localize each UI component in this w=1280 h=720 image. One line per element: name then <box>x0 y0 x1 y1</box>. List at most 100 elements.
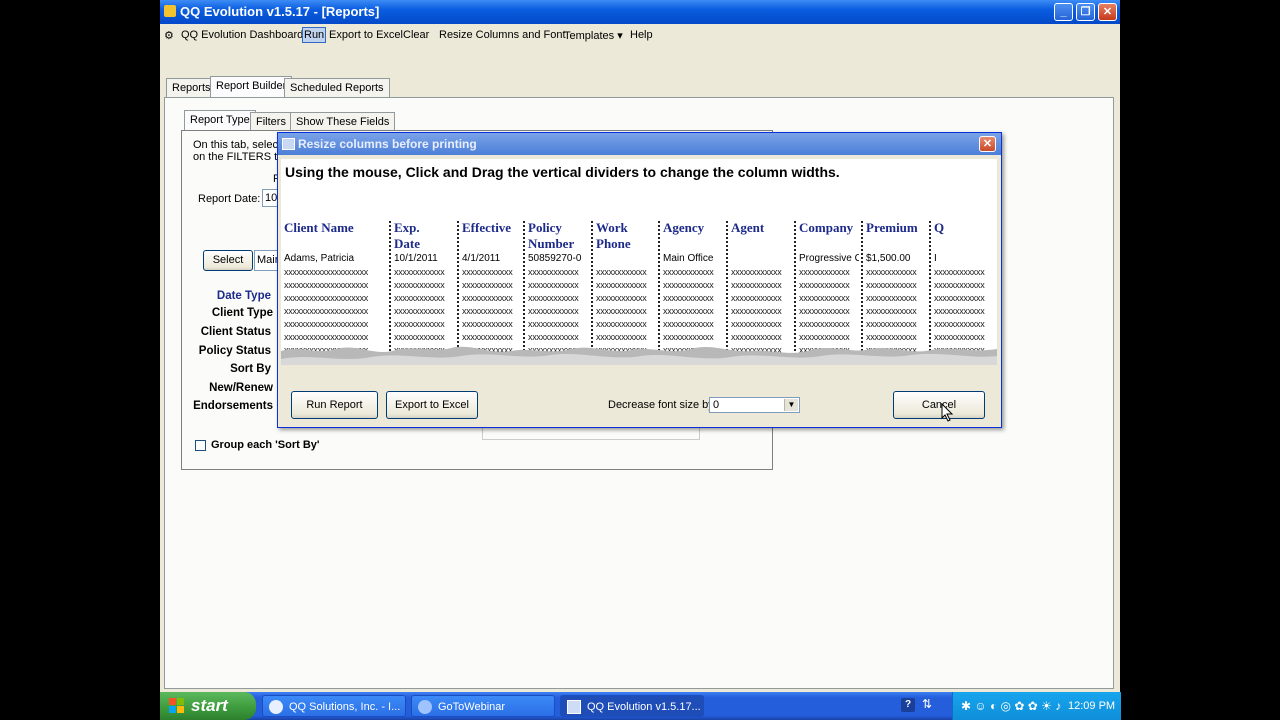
select-button[interactable]: Select <box>203 250 253 271</box>
start-button[interactable]: start <box>160 692 256 720</box>
app-icon <box>164 5 176 17</box>
chevron-down-icon[interactable]: ▼ <box>784 399 798 411</box>
dashboard-icon: ⚙ <box>164 30 174 42</box>
placeholder-cell: xxxxxxxxxxxx <box>663 332 714 342</box>
placeholder-cell: xxxxxxxxxxxx <box>394 306 445 316</box>
column-header: Work <box>596 220 628 235</box>
font-size-value: 0 <box>713 399 720 411</box>
column-header: Effective <box>462 220 512 235</box>
close-icon[interactable]: ✕ <box>1098 3 1117 21</box>
placeholder-cell: xxxxxxxxxxxx <box>663 280 714 290</box>
help-icon[interactable]: ? <box>901 698 915 712</box>
tab-scheduled-reports[interactable]: Scheduled Reports <box>284 78 390 97</box>
first-row-cell: Adams, Patricia <box>284 253 355 264</box>
placeholder-cell: xxxxxxxxxxxx <box>731 267 782 277</box>
first-row-cell: $1,500.00 <box>866 253 911 264</box>
menu-export-excel[interactable]: Export to Excel <box>329 29 403 41</box>
placeholder-cell: xxxxxxxxxxxx <box>596 332 647 342</box>
endorsements-label: Endorsements <box>193 400 273 412</box>
column-header-line2: Date <box>394 236 420 251</box>
tab-report-builder[interactable]: Report Builder <box>210 76 293 97</box>
column-header-line2: Number <box>528 236 575 251</box>
placeholder-cell: xxxxxxxxxxxx <box>596 267 647 277</box>
column-header: Premium <box>866 220 918 235</box>
column-header: Client Name <box>284 220 354 235</box>
tab-show-fields[interactable]: Show These Fields <box>290 112 396 131</box>
tray-icons[interactable]: ✱ ☺ ◐ ◎ ✿ ✿ ☀ ♪ <box>961 699 1061 713</box>
task-label: QQ Solutions, Inc. - I... <box>289 701 401 713</box>
placeholder-cell: xxxxxxxxxxxx <box>663 306 714 316</box>
placeholder-cell: xxxxxxxxxxxx <box>934 306 985 316</box>
task-qq-evolution[interactable]: QQ Evolution v1.5.17... <box>560 695 704 717</box>
placeholder-cell: xxxxxxxxxxxxxxxxxxxx <box>284 280 369 290</box>
group-sort-label: Group each 'Sort By' <box>211 439 320 451</box>
font-size-select[interactable]: 0 ▼ <box>709 397 800 413</box>
task-qq-solutions[interactable]: QQ Solutions, Inc. - I... <box>262 695 406 717</box>
placeholder-cell: xxxxxxxxxxxx <box>934 319 985 329</box>
placeholder-cell: xxxxxxxxxxxx <box>731 293 782 303</box>
first-row-cell: I <box>934 253 937 264</box>
tab-report-type[interactable]: Report Type <box>184 110 256 131</box>
placeholder-cell: xxxxxxxxxxxx <box>462 332 513 342</box>
menu-templates[interactable]: Templates ▾ <box>564 29 623 42</box>
placeholder-cell: xxxxxxxxxxxx <box>934 267 985 277</box>
client-status-label: Client Status <box>200 326 271 338</box>
column-header: Company <box>799 220 854 235</box>
menu-resize-columns[interactable]: Resize Columns and Font <box>439 29 566 41</box>
dialog-close-icon[interactable]: ✕ <box>979 136 996 152</box>
placeholder-cell: xxxxxxxxxxxx <box>462 306 513 316</box>
placeholder-cell: xxxxxxxxxxxx <box>799 319 850 329</box>
placeholder-cell: xxxxxxxxxxxx <box>731 319 782 329</box>
placeholder-cell: xxxxxxxxxxxx <box>799 293 850 303</box>
clock: 12:09 PM <box>1068 700 1116 712</box>
restore-icon[interactable]: ❐ <box>1076 3 1095 21</box>
column-header-line2: Phone <box>596 236 631 251</box>
column-header: Exp. <box>394 220 420 235</box>
group-sort-checkbox[interactable] <box>195 440 206 451</box>
menu-clear[interactable]: Clear <box>403 29 429 41</box>
placeholder-cell: xxxxxxxxxxxx <box>799 280 850 290</box>
placeholder-cell: xxxxxxxxxxxx <box>528 332 579 342</box>
placeholder-cell: xxxxxxxxxxxx <box>528 306 579 316</box>
run-report-button[interactable]: Run Report <box>291 391 378 419</box>
placeholder-cell: xxxxxxxxxxxx <box>731 332 782 342</box>
intro-text-1: On this tab, select <box>193 139 282 151</box>
placeholder-cell: xxxxxxxxxxxx <box>462 293 513 303</box>
font-size-label: Decrease font size by: <box>608 399 717 411</box>
menu-dashboard[interactable]: QQ Evolution Dashboard <box>181 29 303 41</box>
placeholder-cell: xxxxxxxxxxxxxxxxxxxx <box>284 293 369 303</box>
tab-filters[interactable]: Filters <box>250 112 292 131</box>
placeholder-cell: xxxxxxxxxxxxxxxxxxxx <box>284 267 369 277</box>
first-row-cell: 10/1/2011 <box>394 253 438 264</box>
placeholder-cell: xxxxxxxxxxxx <box>663 293 714 303</box>
placeholder-cell: xxxxxxxxxxxx <box>394 319 445 329</box>
task-gotowebinar[interactable]: GoToWebinar <box>411 695 555 717</box>
title-bar[interactable]: QQ Evolution v1.5.17 - [Reports] _ ❐ ✕ <box>160 0 1120 24</box>
task-label: GoToWebinar <box>438 701 506 713</box>
taskbar: start QQ Solutions, Inc. - I... GoToWebi… <box>160 692 1121 720</box>
placeholder-cell: xxxxxxxxxxxx <box>528 293 579 303</box>
placeholder-cell: xxxxxxxxxxxx <box>866 293 917 303</box>
placeholder-cell: xxxxxxxxxxxx <box>596 306 647 316</box>
minimize-icon[interactable]: _ <box>1054 3 1073 21</box>
first-row-cell: 50859270-0 <box>528 253 582 264</box>
placeholder-cell: xxxxxxxxxxxx <box>394 293 445 303</box>
cancel-button[interactable]: Cancel <box>893 391 985 419</box>
column-header: Q <box>934 220 945 235</box>
network-icon[interactable]: ⇅ <box>922 697 936 713</box>
placeholder-cell: xxxxxxxxxxxx <box>799 267 850 277</box>
placeholder-cell: xxxxxxxxxxxx <box>866 267 917 277</box>
gotowebinar-icon <box>418 700 432 714</box>
menu-help[interactable]: Help <box>630 29 653 41</box>
placeholder-cell: xxxxxxxxxxxx <box>462 280 513 290</box>
mouse-cursor-icon <box>941 403 954 422</box>
placeholder-cell: xxxxxxxxxxxx <box>799 306 850 316</box>
placeholder-cell: xxxxxxxxxxxx <box>528 319 579 329</box>
export-excel-button[interactable]: Export to Excel <box>386 391 478 419</box>
placeholder-cell: xxxxxxxxxxxx <box>462 267 513 277</box>
tab-reports[interactable]: Reports <box>166 78 217 97</box>
menu-bar: ⚙ QQ Evolution Dashboard Run Export to E… <box>160 25 1120 47</box>
placeholder-cell: xxxxxxxxxxxx <box>731 306 782 316</box>
menu-run[interactable]: Run <box>302 27 327 43</box>
dialog-title-bar[interactable]: Resize columns before printing ✕ <box>278 133 1001 155</box>
